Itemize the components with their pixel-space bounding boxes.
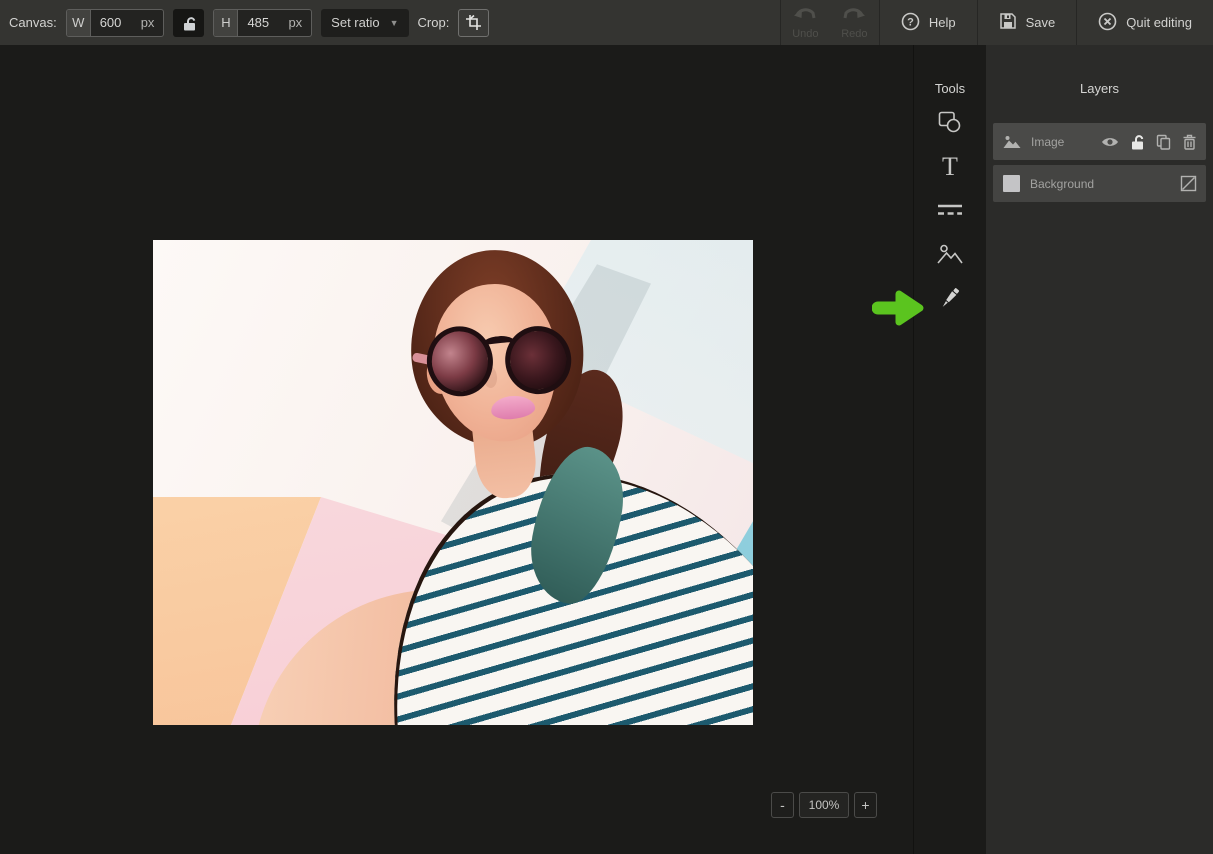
delete-icon[interactable] [1182,134,1197,150]
image-icon [936,242,964,271]
text-icon: T [937,152,963,185]
sunglasses-right-lens [502,323,575,398]
save-label: Save [1026,15,1056,30]
layer-row-image[interactable]: Image [993,123,1206,160]
layer-row-background[interactable]: Background [993,165,1206,202]
quit-editing-button[interactable]: Quit editing [1077,0,1213,45]
tutorial-arrow [872,288,928,333]
chevron-down-icon: ▼ [390,18,399,28]
main-workspace: - 100% + Tools T [0,45,1213,854]
aspect-lock-button[interactable] [173,9,204,37]
width-input[interactable] [91,10,139,36]
model-sunglasses [421,308,581,411]
help-label: Help [929,15,956,30]
height-label: H [214,10,238,36]
undo-label: Undo [792,28,818,40]
zoom-level: 100% [799,792,849,818]
svg-text:?: ? [907,16,914,28]
visibility-icon[interactable] [1101,136,1119,148]
redo-button[interactable]: Redo [830,0,879,45]
canvas-image[interactable] [153,240,753,725]
width-group: W px [66,9,165,37]
text-tool[interactable]: T [933,152,967,184]
layer-actions [1101,134,1197,150]
quit-editing-label: Quit editing [1126,15,1192,30]
height-group: H px [213,9,312,37]
image-layer-thumbnail-icon [1003,135,1021,149]
set-ratio-label: Set ratio [331,15,379,30]
crop-button[interactable] [458,9,489,37]
unlock-icon [180,14,198,32]
width-unit: px [139,15,164,30]
help-icon: ? [901,12,920,34]
image-tool[interactable] [933,240,967,272]
canvas-label: Canvas: [9,15,57,30]
undo-icon [793,6,817,26]
tools-panel-title: Tools [935,81,965,96]
undo-button[interactable]: Undo [781,0,830,45]
top-toolbar: Canvas: W px H px Set r [0,0,1213,45]
redo-icon [842,6,866,26]
crop-label: Crop: [418,15,450,30]
lines-tool[interactable] [933,196,967,228]
set-ratio-dropdown[interactable]: Set ratio ▼ [321,9,408,37]
layer-name: Image [1031,135,1101,149]
save-button[interactable]: Save [978,0,1077,45]
zoom-in-button[interactable]: + [854,792,877,818]
transparent-color-icon[interactable] [1180,175,1197,192]
zoom-out-button[interactable]: - [771,792,794,818]
help-button[interactable]: ? Help [880,0,977,45]
layer-name: Background [1030,177,1180,191]
height-input[interactable] [238,10,286,36]
zoom-control: - 100% + [771,792,877,818]
width-label: W [67,10,91,36]
toolbar-actions: Undo Redo ? Help [780,0,1213,45]
image-editor-app: Canvas: W px H px Set r [0,0,1213,854]
redo-label: Redo [841,28,867,40]
unlock-icon[interactable] [1130,134,1145,150]
layers-panel: Layers Image [986,45,1213,854]
save-icon [999,12,1017,33]
shapes-icon [936,108,964,141]
background-color-swatch [1003,175,1020,192]
eyedropper-icon [937,284,963,317]
lines-icon [936,202,964,223]
tools-panel: Tools T [913,45,986,854]
sunglasses-left-lens [423,323,496,400]
eyedropper-tool[interactable] [933,284,967,316]
svg-text:T: T [942,152,958,180]
crop-icon [465,14,482,31]
close-circle-icon [1098,12,1117,34]
shapes-tool[interactable] [933,108,967,140]
duplicate-icon[interactable] [1156,134,1171,150]
layer-actions [1180,175,1197,192]
height-unit: px [286,15,311,30]
canvas-area[interactable]: - 100% + [0,45,913,854]
layers-panel-title: Layers [1080,81,1119,96]
canvas-size-controls: Canvas: W px H px Set r [0,9,489,37]
